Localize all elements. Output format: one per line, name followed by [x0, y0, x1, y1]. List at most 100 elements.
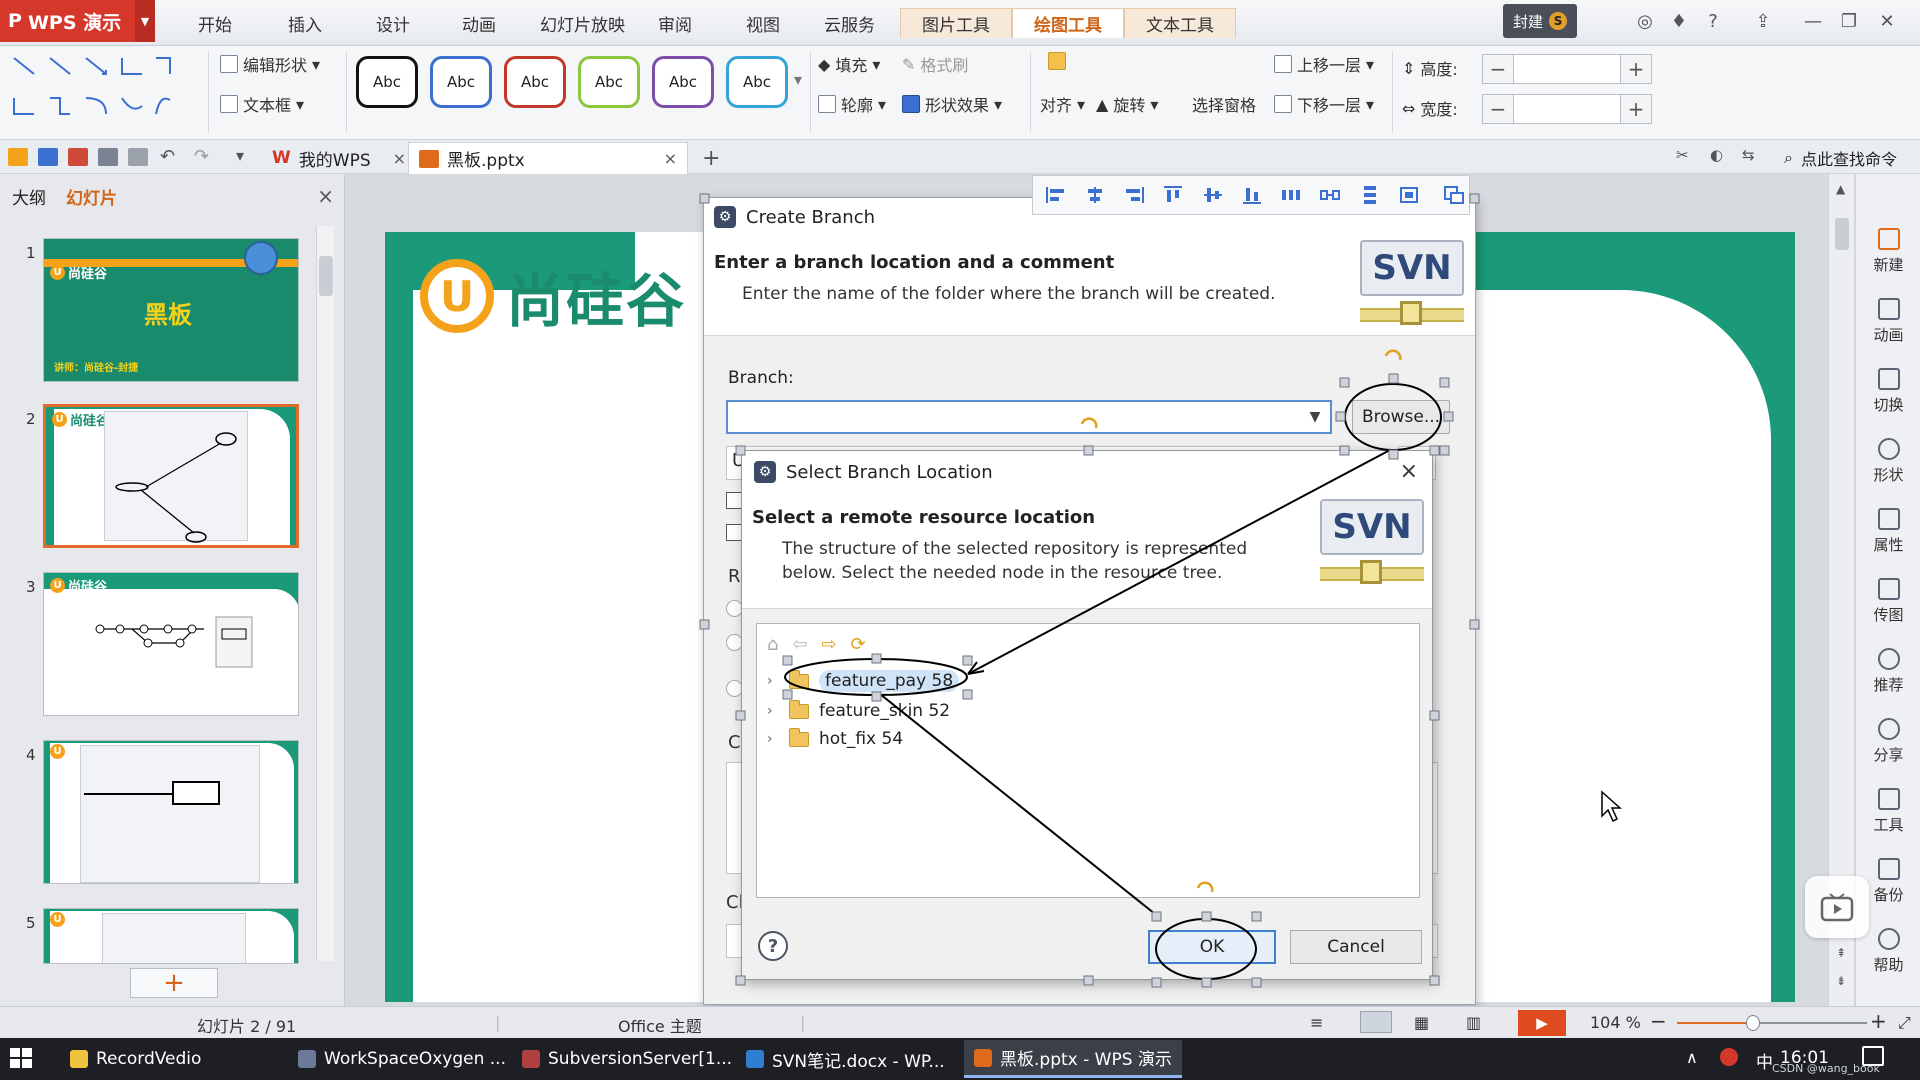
shape-effect-button[interactable]: 形状效果 ▾ — [902, 92, 1002, 116]
tab-drawing-tools[interactable]: 绘图工具 — [1012, 8, 1124, 38]
open-folder-icon[interactable] — [8, 148, 28, 166]
help-button[interactable]: ? — [758, 931, 788, 961]
fit-window-icon[interactable]: ⤢ — [1898, 1013, 1911, 1033]
slide-thumbnail-4[interactable]: U — [43, 740, 299, 884]
tray-expand-icon[interactable]: ∧ — [1686, 1048, 1698, 1067]
tab-slideshow[interactable]: 幻灯片放映 — [530, 8, 635, 38]
zoom-out-button[interactable]: − — [1650, 1009, 1667, 1033]
normal-view-icon[interactable] — [1360, 1011, 1392, 1033]
tab-review[interactable]: 审阅 — [648, 8, 702, 38]
align-gallery-icon[interactable] — [1048, 52, 1066, 70]
tab-animation[interactable]: 动画 — [452, 8, 506, 38]
close-tab-icon[interactable]: × — [393, 149, 406, 168]
width-decrease-button[interactable]: − — [1483, 95, 1513, 123]
shirt-icon[interactable]: ♦ — [1662, 8, 1696, 34]
tab-my-wps[interactable]: W 我的WPS × — [262, 142, 416, 174]
sidebar-item-recommend[interactable]: 推荐 — [1856, 648, 1920, 695]
tab-picture-tools[interactable]: 图片工具 — [900, 8, 1012, 38]
slide-sorter-icon[interactable]: ▦ — [1414, 1013, 1429, 1032]
slide-thumbnail-1[interactable]: U 尚硅谷 黑板 讲师：尚硅谷-封捷 — [43, 238, 299, 382]
more-align-options-icon[interactable] — [1440, 184, 1469, 206]
windows-start-icon[interactable] — [10, 1048, 34, 1070]
taskbar-item-blackboard-pptx[interactable]: 黑板.pptx - WPS 演示 — [964, 1040, 1182, 1078]
outline-button[interactable]: 轮廓 ▾ — [818, 92, 886, 116]
format-painter-button[interactable]: ✎ 格式刷 — [902, 52, 968, 76]
align-middle-icon[interactable] — [1198, 184, 1227, 206]
close-icon[interactable]: × — [1400, 459, 1418, 484]
tree-item[interactable]: › hot_fix 54 — [767, 726, 903, 752]
line-shapes-gallery[interactable] — [6, 50, 196, 134]
app-menu-button[interactable]: P WPS 演示 ▼ — [0, 0, 155, 42]
distribute-vertical-icon[interactable] — [1355, 184, 1384, 206]
expand-chevron-icon[interactable]: › — [767, 673, 779, 689]
ime-indicator[interactable]: 中 — [1756, 1048, 1773, 1073]
shape-style-black[interactable]: Abc — [356, 56, 418, 108]
customize-toolbar-icon[interactable]: ▾ — [236, 146, 244, 165]
slides-scroll-thumb[interactable] — [319, 256, 333, 296]
bring-forward-button[interactable]: 上移一层 ▾ — [1274, 52, 1374, 76]
export-pdf-icon[interactable] — [68, 148, 88, 166]
width-increase-button[interactable]: + — [1621, 95, 1651, 123]
sidebar-item-new[interactable]: 新建 — [1856, 228, 1920, 275]
undo-icon[interactable]: ↶ — [160, 146, 175, 167]
sidebar-item-tools[interactable]: 工具 — [1856, 788, 1920, 835]
tab-view[interactable]: 视图 — [736, 8, 790, 38]
sidebar-item-properties[interactable]: 属性 — [1856, 508, 1920, 555]
play-slideshow-button[interactable]: ▶ — [1518, 1010, 1566, 1036]
selection-pane-button[interactable]: 选择窗格 — [1192, 92, 1256, 116]
cancel-button[interactable]: Cancel — [1290, 930, 1422, 964]
style-gallery-more-icon[interactable]: ▾ — [794, 70, 802, 89]
tab-cloud-service[interactable]: 云服务 — [814, 8, 885, 38]
close-tab-icon[interactable]: × — [664, 149, 677, 168]
slides-scrollbar[interactable] — [316, 226, 334, 961]
forward-arrow-icon[interactable]: ⇨ — [822, 634, 837, 655]
print-icon[interactable] — [98, 148, 118, 166]
add-slide-button[interactable]: + — [130, 968, 218, 998]
sidebar-item-upload-image[interactable]: 传图 — [1856, 578, 1920, 625]
shape-style-cyan[interactable]: Abc — [726, 56, 788, 108]
user-account[interactable]: 封建 S — [1503, 4, 1578, 38]
sidebar-item-shape[interactable]: 形状 — [1856, 438, 1920, 485]
distribute-horizontal-icon[interactable] — [1277, 184, 1306, 206]
new-tab-button[interactable]: + — [692, 142, 730, 174]
height-input[interactable] — [1513, 55, 1621, 83]
share-arrow-icon[interactable]: ⇆ — [1742, 146, 1755, 164]
notes-icon[interactable]: ≡ — [1310, 1013, 1323, 1032]
height-stepper[interactable]: − + — [1482, 54, 1652, 84]
sidebar-item-animation[interactable]: 动画 — [1856, 298, 1920, 345]
zoom-slider[interactable] — [1677, 1015, 1867, 1031]
shape-style-red[interactable]: Abc — [504, 56, 566, 108]
align-left-icon[interactable] — [1041, 184, 1070, 206]
distribute-spacing-icon[interactable] — [1316, 184, 1345, 206]
height-increase-button[interactable]: + — [1621, 55, 1651, 83]
width-stepper[interactable]: − + — [1482, 94, 1652, 124]
print-preview-icon[interactable] — [128, 148, 148, 166]
taskbar-item-recordvedio[interactable]: RecordVedio — [60, 1040, 211, 1078]
align-button[interactable]: 对齐 ▾ — [1040, 92, 1085, 116]
grid-align-icon[interactable] — [1394, 184, 1423, 206]
collapse-ribbon-icon[interactable]: ⇪ — [1746, 8, 1780, 34]
taskbar-item-workspace-oxygen[interactable]: WorkSpaceOxygen ... — [288, 1040, 516, 1078]
align-bottom-icon[interactable] — [1237, 184, 1266, 206]
tab-insert[interactable]: 插入 — [278, 8, 332, 38]
branch-input[interactable] — [726, 400, 1332, 434]
tree-item[interactable]: › feature_pay 58 — [767, 668, 960, 694]
align-right-icon[interactable] — [1120, 184, 1149, 206]
tab-home[interactable]: 开始 — [188, 8, 242, 38]
back-arrow-icon[interactable]: ⇦ — [792, 634, 807, 655]
redo-icon[interactable]: ↷ — [194, 146, 209, 167]
tab-text-tools[interactable]: 文本工具 — [1124, 8, 1236, 38]
sidebar-item-transition[interactable]: 切换 — [1856, 368, 1920, 415]
close-window-button[interactable]: ✕ — [1870, 8, 1904, 34]
tab-outline[interactable]: 大纲 — [12, 184, 46, 209]
taskbar-item-svn-notes-docx[interactable]: SVN笔记.docx - WP... — [736, 1040, 955, 1078]
sidebar-item-share[interactable]: 分享 — [1856, 718, 1920, 765]
slide-thumbnail-2[interactable]: U 尚硅谷 — [43, 404, 299, 548]
scroll-up-icon[interactable]: ⇞ — [1836, 946, 1846, 960]
help-menu-icon[interactable]: ? — [1696, 8, 1730, 34]
expand-chevron-icon[interactable]: › — [767, 731, 779, 747]
scroll-down-icon[interactable]: ⇟ — [1836, 974, 1846, 988]
branch-dropdown-chevron-icon[interactable]: ▼ — [1300, 402, 1330, 432]
tab-design[interactable]: 设计 — [366, 8, 420, 38]
tree-item[interactable]: › feature_skin 52 — [767, 698, 950, 724]
